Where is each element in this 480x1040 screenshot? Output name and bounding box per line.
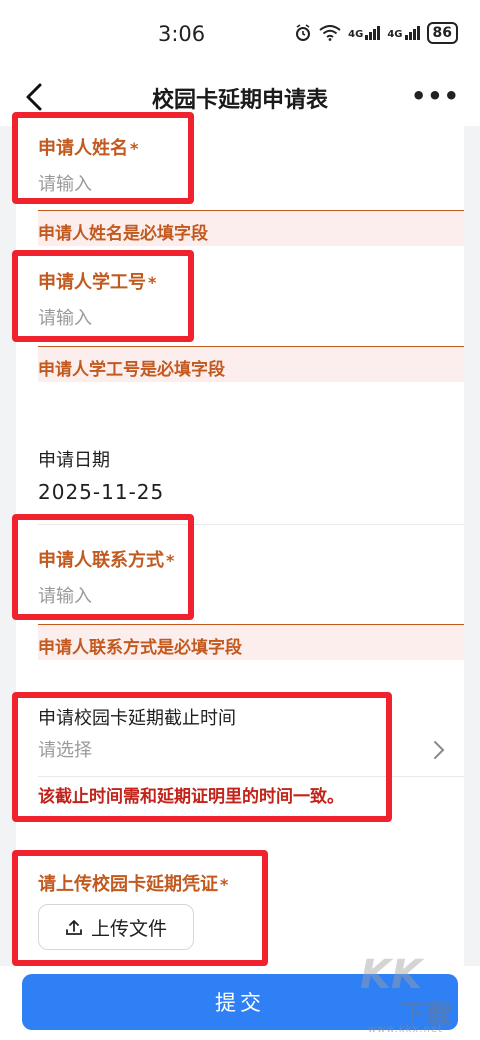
nav-bar: 校园卡延期申请表 ••• xyxy=(0,68,480,126)
watermark-url: www.kkx.net xyxy=(368,1024,443,1035)
name-error: 申请人姓名是必填字段 xyxy=(38,210,464,246)
page-title: 校园卡延期申请表 xyxy=(151,88,328,113)
contact-label: 申请人联系方式 * xyxy=(38,546,174,572)
contact-input[interactable]: 请输入 xyxy=(38,582,92,608)
name-field[interactable]: 申请人姓名 * 请输入 申请人姓名是必填字段 xyxy=(16,126,464,246)
alarm-icon xyxy=(296,24,311,41)
name-input[interactable]: 请输入 xyxy=(38,170,92,196)
status-time: 3:06 xyxy=(158,22,206,46)
network-type-2: 4G xyxy=(387,29,403,40)
contact-field[interactable]: 申请人联系方式 * 请输入 申请人联系方式是必填字段 xyxy=(16,526,464,666)
deadline-label: 申请校园卡延期截止时间 xyxy=(38,708,236,729)
student-id-label-text: 申请人学工号 xyxy=(38,272,146,293)
student-id-label: 申请人学工号 * xyxy=(38,268,156,294)
wifi-icon xyxy=(319,25,341,41)
chevron-right-icon[interactable] xyxy=(432,740,446,760)
name-error-text: 申请人姓名是必填字段 xyxy=(38,224,208,244)
battery-indicator: 86 xyxy=(426,22,458,44)
date-value: 2025-11-25 xyxy=(38,480,165,504)
student-id-error-text: 申请人学工号是必填字段 xyxy=(38,360,225,380)
upload-button-label: 上传文件 xyxy=(90,917,167,940)
network-type-1: 4G xyxy=(348,29,364,40)
status-icons: 4G 4G 86 xyxy=(294,22,458,44)
name-label: 申请人姓名 * xyxy=(38,134,138,160)
upload-label-text: 请上传校园卡延期凭证 xyxy=(38,874,218,895)
status-bar: 3:06 4G 4G 86 xyxy=(0,0,480,68)
student-id-input[interactable]: 请输入 xyxy=(38,304,92,330)
signal-2-icon: 4G xyxy=(387,26,420,40)
student-id-field[interactable]: 申请人学工号 * 请输入 申请人学工号是必填字段 xyxy=(16,248,464,388)
student-id-error: 申请人学工号是必填字段 xyxy=(38,346,464,382)
divider xyxy=(38,524,464,525)
required-mark: * xyxy=(130,139,139,158)
contact-label-text: 申请人联系方式 xyxy=(38,550,164,571)
more-options-button[interactable]: ••• xyxy=(411,82,460,110)
upload-label: 请上传校园卡延期凭证 * xyxy=(38,870,228,896)
contact-error-text: 申请人联系方式是必填字段 xyxy=(38,638,242,658)
watermark-kk: KK xyxy=(360,952,422,998)
contact-error: 申请人联系方式是必填字段 xyxy=(38,624,464,660)
signal-1-icon: 4G xyxy=(348,26,381,40)
required-mark: * xyxy=(220,875,229,894)
name-label-text: 申请人姓名 xyxy=(38,138,128,159)
deadline-select[interactable]: 请选择 xyxy=(38,736,92,762)
required-mark: * xyxy=(166,551,175,570)
watermark-logo: KK 下载 www.kkx.net xyxy=(360,952,470,1035)
upload-field: 请上传校园卡延期凭证 * 上传文件 xyxy=(16,856,464,966)
divider xyxy=(38,776,464,777)
deadline-hint: 该截止时间需和延期证明里的时间一致。 xyxy=(38,787,344,807)
required-mark: * xyxy=(148,273,157,292)
upload-file-button[interactable]: 上传文件 xyxy=(38,904,194,950)
upload-icon xyxy=(66,920,82,935)
deadline-field[interactable]: 申请校园卡延期截止时间 请选择 该截止时间需和延期证明里的时间一致。 xyxy=(16,696,464,807)
form-container: 申请人姓名 * 请输入 申请人姓名是必填字段 申请人学工号 * 请输入 申请人学工号… xyxy=(16,126,464,966)
application-date-field: 申请日期 2025-11-25 xyxy=(16,426,464,526)
date-label: 申请日期 xyxy=(38,450,110,471)
